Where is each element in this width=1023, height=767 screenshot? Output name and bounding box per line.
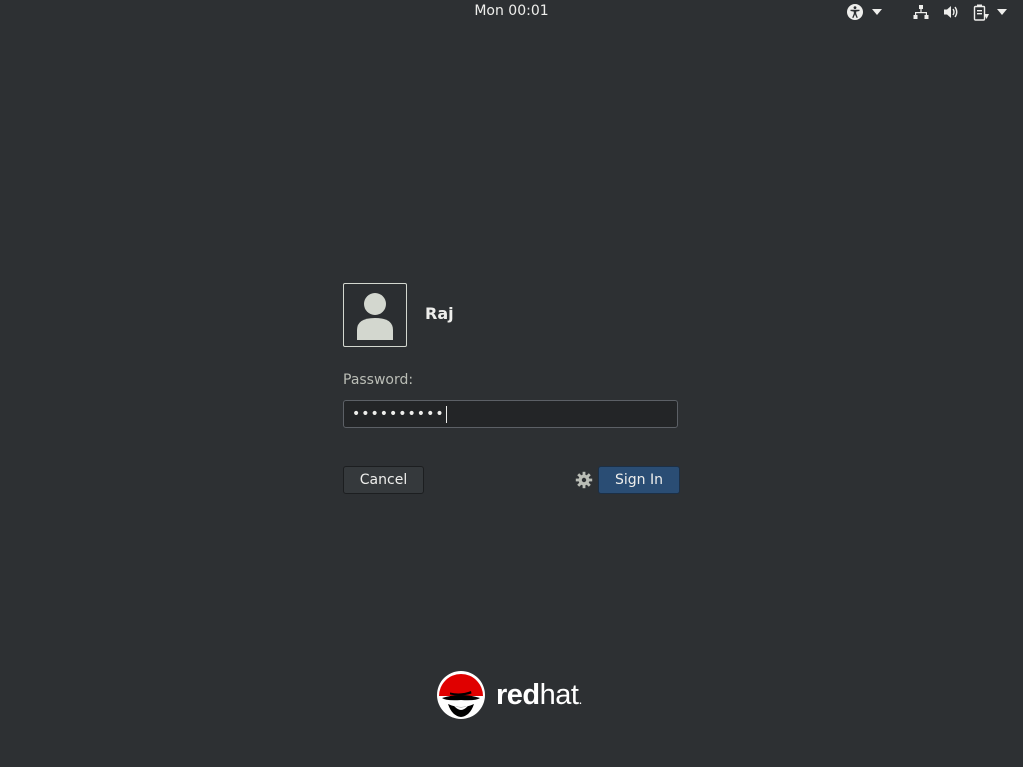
brand-text-hat: hat	[539, 678, 579, 711]
network-icon	[913, 4, 929, 20]
shadowman-icon	[437, 671, 485, 719]
chevron-down-icon	[997, 9, 1007, 15]
battery-icon	[973, 4, 989, 21]
cancel-button[interactable]: Cancel	[343, 466, 424, 494]
password-label: Password:	[343, 372, 414, 388]
chevron-down-icon	[872, 9, 882, 15]
brand-text-red: red	[496, 678, 540, 711]
password-input[interactable]: ••••••••••	[343, 400, 678, 428]
sign-in-button[interactable]: Sign In	[598, 466, 680, 494]
accessibility-icon	[846, 3, 864, 21]
redhat-logo: redhat.	[436, 670, 582, 720]
volume-icon	[943, 4, 959, 20]
username-label: Raj	[425, 304, 454, 323]
text-cursor	[445, 405, 447, 423]
avatar	[343, 283, 407, 347]
top-bar: Mon 00:01	[0, 0, 1023, 24]
password-value: ••••••••••	[352, 406, 445, 422]
brand-mark: .	[578, 690, 582, 707]
accessibility-menu[interactable]	[846, 2, 890, 22]
user-icon	[357, 293, 393, 340]
gear-icon[interactable]	[575, 471, 593, 489]
system-menu[interactable]	[913, 2, 1015, 22]
